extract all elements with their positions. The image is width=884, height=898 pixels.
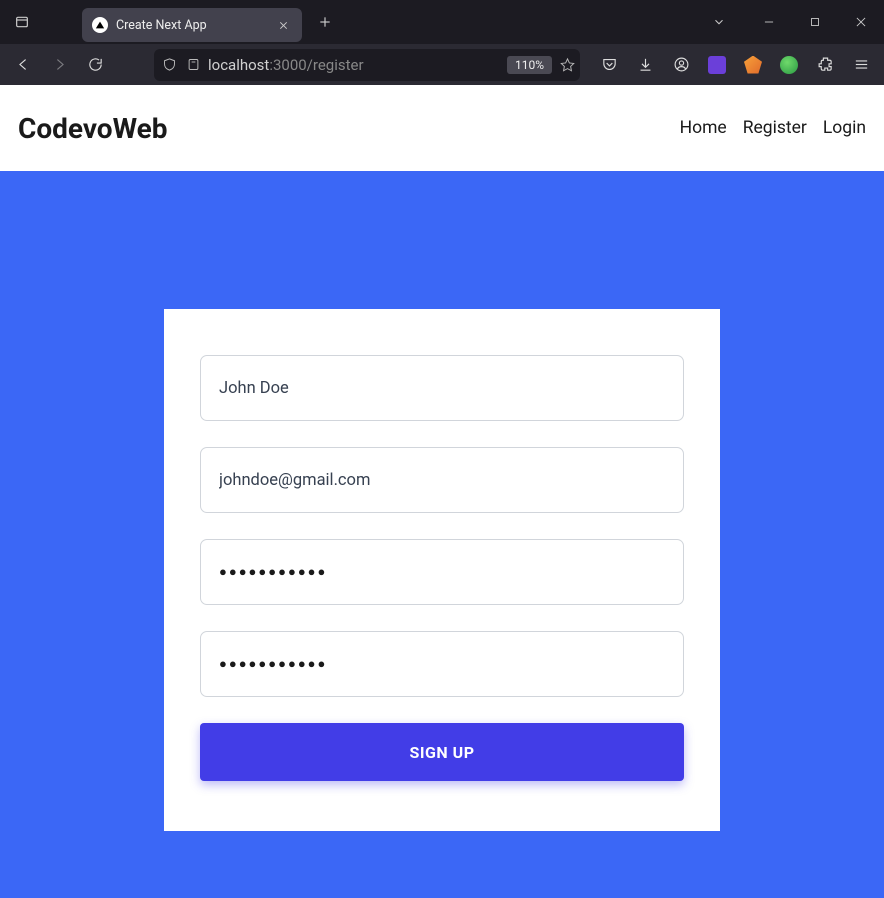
bookmark-star-icon[interactable] <box>558 56 576 74</box>
favicon-vercel-icon <box>92 17 108 33</box>
site-header: CodevoWeb Home Register Login <box>0 85 884 171</box>
tab-title: Create Next App <box>116 18 266 33</box>
browser-toolbar: localhost:3000/register 110% <box>0 44 884 85</box>
site-brand[interactable]: CodevoWeb <box>18 112 168 145</box>
extensions-button[interactable] <box>808 49 842 81</box>
nav-link-home[interactable]: Home <box>680 118 727 138</box>
confirm-password-field[interactable] <box>200 631 684 697</box>
name-field[interactable] <box>200 355 684 421</box>
app-menu-icon[interactable] <box>844 49 878 81</box>
nav-link-register[interactable]: Register <box>743 118 807 138</box>
nav-forward-button <box>42 49 76 81</box>
new-tab-button[interactable] <box>310 7 340 37</box>
signup-button[interactable]: SIGN UP <box>200 723 684 781</box>
window-minimize-button[interactable] <box>746 0 792 44</box>
pocket-icon[interactable] <box>592 49 626 81</box>
page-info-icon[interactable] <box>184 56 202 74</box>
url-text: localhost:3000/register <box>208 56 364 74</box>
password-field[interactable] <box>200 539 684 605</box>
browser-tab-active[interactable]: Create Next App <box>82 8 302 42</box>
tabs-dropdown-icon[interactable] <box>702 5 736 39</box>
zoom-badge[interactable]: 110% <box>507 56 552 74</box>
register-card: SIGN UP <box>164 309 720 831</box>
email-field[interactable] <box>200 447 684 513</box>
shield-icon <box>160 56 178 74</box>
extension-icon-3[interactable] <box>772 49 806 81</box>
tab-close-icon[interactable] <box>274 16 292 34</box>
window-titlebar: Create Next App <box>0 0 884 44</box>
extension-icon-1[interactable] <box>700 49 734 81</box>
page-content: CodevoWeb Home Register Login SIGN UP <box>0 85 884 898</box>
nav-back-button[interactable] <box>6 49 40 81</box>
nav-link-login[interactable]: Login <box>823 118 866 138</box>
page-body: SIGN UP <box>0 171 884 898</box>
extension-icon-2[interactable] <box>736 49 770 81</box>
firefox-app-icon <box>0 14 44 30</box>
nav-reload-button[interactable] <box>78 49 112 81</box>
window-close-button[interactable] <box>838 0 884 44</box>
downloads-icon[interactable] <box>628 49 662 81</box>
window-maximize-button[interactable] <box>792 0 838 44</box>
account-icon[interactable] <box>664 49 698 81</box>
url-bar[interactable]: localhost:3000/register 110% <box>154 49 580 81</box>
